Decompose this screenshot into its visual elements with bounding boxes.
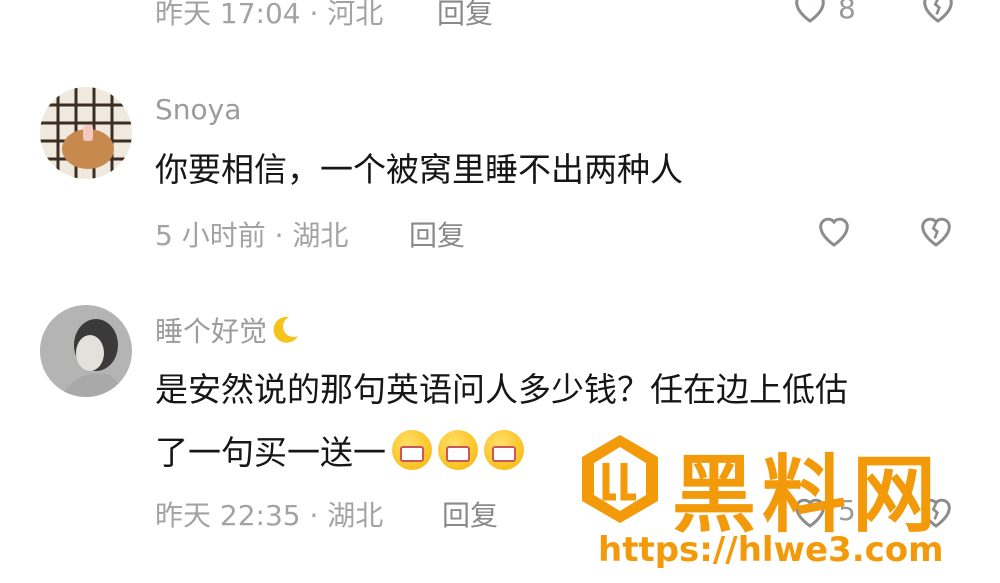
like-count: 8 (838, 0, 856, 25)
heart-outline-icon[interactable] (814, 210, 854, 250)
avatar[interactable] (40, 305, 132, 397)
grinning-sweat-emoji (484, 430, 524, 470)
comment-meta: 昨天 22:35 · 湖北 (155, 499, 384, 532)
watermark-url: https://hlwe3.com (598, 530, 944, 570)
watermark-logo-icon (582, 435, 658, 523)
broken-heart-icon[interactable] (916, 210, 956, 250)
grinning-sweat-emoji (392, 430, 432, 470)
comment-meta: 5 小时前 · 湖北 (155, 219, 349, 252)
username-text: 睡个好觉 (155, 315, 268, 348)
comment-text: 你要相信，一个被窝里睡不出两种人 (155, 150, 683, 189)
reply-button[interactable]: 回复 (409, 214, 465, 254)
comment-meta: 昨天 17:04 · 河北 (155, 0, 384, 30)
crescent-moon-emoji (273, 316, 299, 343)
heart-outline-icon[interactable] (790, 0, 830, 26)
comment-item: 昨天 17:04 · 河北 回复 8 (0, 0, 1000, 40)
grinning-sweat-emoji (438, 430, 478, 470)
watermark: 黑料网 https://hlwe3.com (580, 430, 990, 580)
avatar[interactable] (40, 87, 132, 179)
comment-text-line2: 了一句买一送一 (155, 428, 524, 478)
reply-button[interactable]: 回复 (442, 494, 498, 534)
username[interactable]: Snoya (155, 93, 241, 126)
comment-item: Snoya 你要相信，一个被窝里睡不出两种人 5 小时前 · 湖北 回复 (0, 80, 1000, 270)
comment-text-line1: 是安然说的那句英语问人多少钱？任在边上低估 (155, 370, 848, 409)
comment-text-line2-text: 了一句买一送一 (155, 433, 386, 472)
broken-heart-icon[interactable] (918, 0, 958, 26)
username[interactable]: 睡个好觉 (155, 310, 301, 350)
reply-button[interactable]: 回复 (437, 0, 493, 32)
